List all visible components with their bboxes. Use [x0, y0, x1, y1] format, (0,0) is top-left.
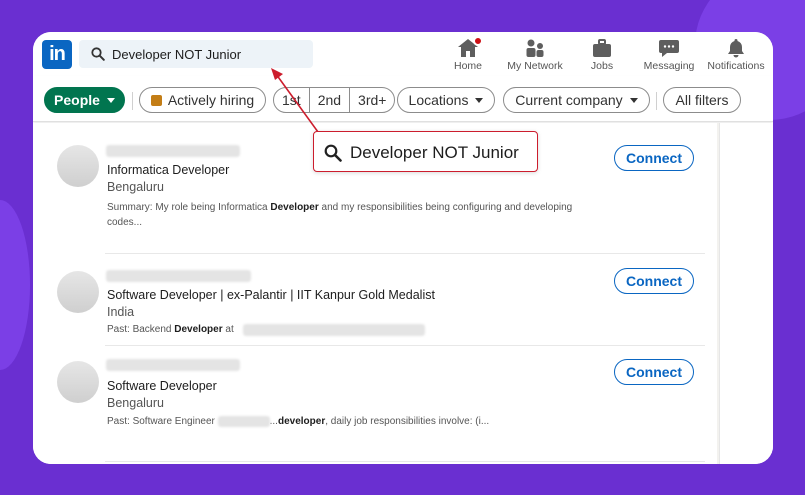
- divider: [105, 461, 705, 462]
- current-company-filter-label: Current company: [515, 92, 623, 108]
- connect-button[interactable]: Connect: [614, 268, 694, 294]
- nav-home[interactable]: Home: [433, 36, 503, 72]
- connection-degree-group: 1st 2nd 3rd+: [273, 87, 396, 113]
- briefcase-icon: [593, 39, 611, 57]
- list-item: Software Developer | ex-Palantir | IIT K…: [33, 254, 717, 345]
- connection-1st-button[interactable]: 1st: [274, 88, 310, 112]
- nav-messaging-label: Messaging: [643, 60, 695, 72]
- result-summary: Summary: My role being Informatica Devel…: [107, 202, 573, 228]
- nav-my-network[interactable]: My Network: [500, 36, 570, 72]
- hiring-icon: [150, 94, 162, 106]
- top-nav: in Developer NOT Junior Home My Network …: [33, 32, 773, 76]
- nav-my-network-label: My Network: [507, 60, 563, 72]
- notification-badge: [473, 36, 483, 46]
- redacted-name: [106, 270, 251, 282]
- result-title[interactable]: Software Developer: [107, 379, 217, 393]
- people-filter-button[interactable]: People: [44, 87, 125, 113]
- nav-jobs-label: Jobs: [590, 60, 614, 72]
- search-icon: [324, 144, 342, 162]
- nav-home-label: Home: [453, 60, 482, 72]
- list-item: Software Developer Bengaluru Past: Softw…: [33, 346, 717, 464]
- search-input[interactable]: Developer NOT Junior: [79, 40, 313, 68]
- nav-jobs[interactable]: Jobs: [567, 36, 637, 72]
- bell-icon: [728, 39, 744, 58]
- nav-messaging[interactable]: Messaging: [634, 36, 704, 72]
- redacted-company: [217, 415, 270, 427]
- redacted-company: [243, 324, 425, 336]
- avatar[interactable]: [57, 271, 99, 313]
- nav-notifications[interactable]: Notifications: [701, 36, 771, 72]
- connection-2nd-button[interactable]: 2nd: [310, 88, 351, 112]
- result-location: Bengaluru: [107, 396, 164, 410]
- divider: [656, 92, 657, 110]
- all-filters-button[interactable]: All filters: [663, 87, 741, 113]
- connection-3rd-button[interactable]: 3rd+: [350, 88, 394, 112]
- messaging-icon: [659, 40, 679, 57]
- search-callout: Developer NOT Junior: [313, 131, 538, 172]
- filter-bar: People Actively hiring 1st 2nd 3rd+ Loca…: [33, 76, 773, 122]
- result-summary: Past: Software Engineer ...developer, da…: [107, 415, 490, 427]
- chevron-down-icon: [106, 97, 115, 103]
- result-title[interactable]: Software Developer | ex-Palantir | IIT K…: [107, 288, 435, 302]
- connect-button[interactable]: Connect: [614, 359, 694, 385]
- current-company-filter-button[interactable]: Current company: [503, 87, 650, 113]
- search-results: Informatica Developer Bengaluru Summary:…: [33, 123, 773, 464]
- divider: [132, 92, 133, 110]
- network-icon: [526, 39, 544, 57]
- connect-button[interactable]: Connect: [614, 145, 694, 171]
- actively-hiring-label: Actively hiring: [167, 92, 255, 108]
- result-title[interactable]: Informatica Developer: [107, 163, 229, 177]
- results-list: Informatica Developer Bengaluru Summary:…: [33, 123, 717, 464]
- people-filter-label: People: [54, 92, 100, 108]
- linkedin-logo[interactable]: in: [42, 40, 72, 69]
- result-location: Bengaluru: [107, 180, 164, 194]
- avatar[interactable]: [57, 361, 99, 403]
- locations-filter-button[interactable]: Locations: [397, 87, 495, 113]
- actively-hiring-button[interactable]: Actively hiring: [139, 87, 266, 113]
- chevron-down-icon: [475, 97, 484, 103]
- search-query: Developer NOT Junior: [112, 47, 242, 62]
- callout-text: Developer NOT Junior: [350, 143, 519, 162]
- redacted-name: [106, 359, 240, 371]
- background-blob: [0, 200, 30, 370]
- locations-filter-label: Locations: [408, 92, 469, 108]
- all-filters-label: All filters: [675, 92, 729, 108]
- search-icon: [91, 47, 105, 61]
- result-location: India: [107, 305, 135, 319]
- browser-frame: in Developer NOT Junior Home My Network …: [33, 32, 773, 464]
- chevron-down-icon: [629, 97, 638, 103]
- redacted-name: [106, 145, 240, 157]
- avatar[interactable]: [57, 145, 99, 187]
- right-panel: [719, 123, 773, 464]
- nav-notifications-label: Notifications: [707, 60, 765, 72]
